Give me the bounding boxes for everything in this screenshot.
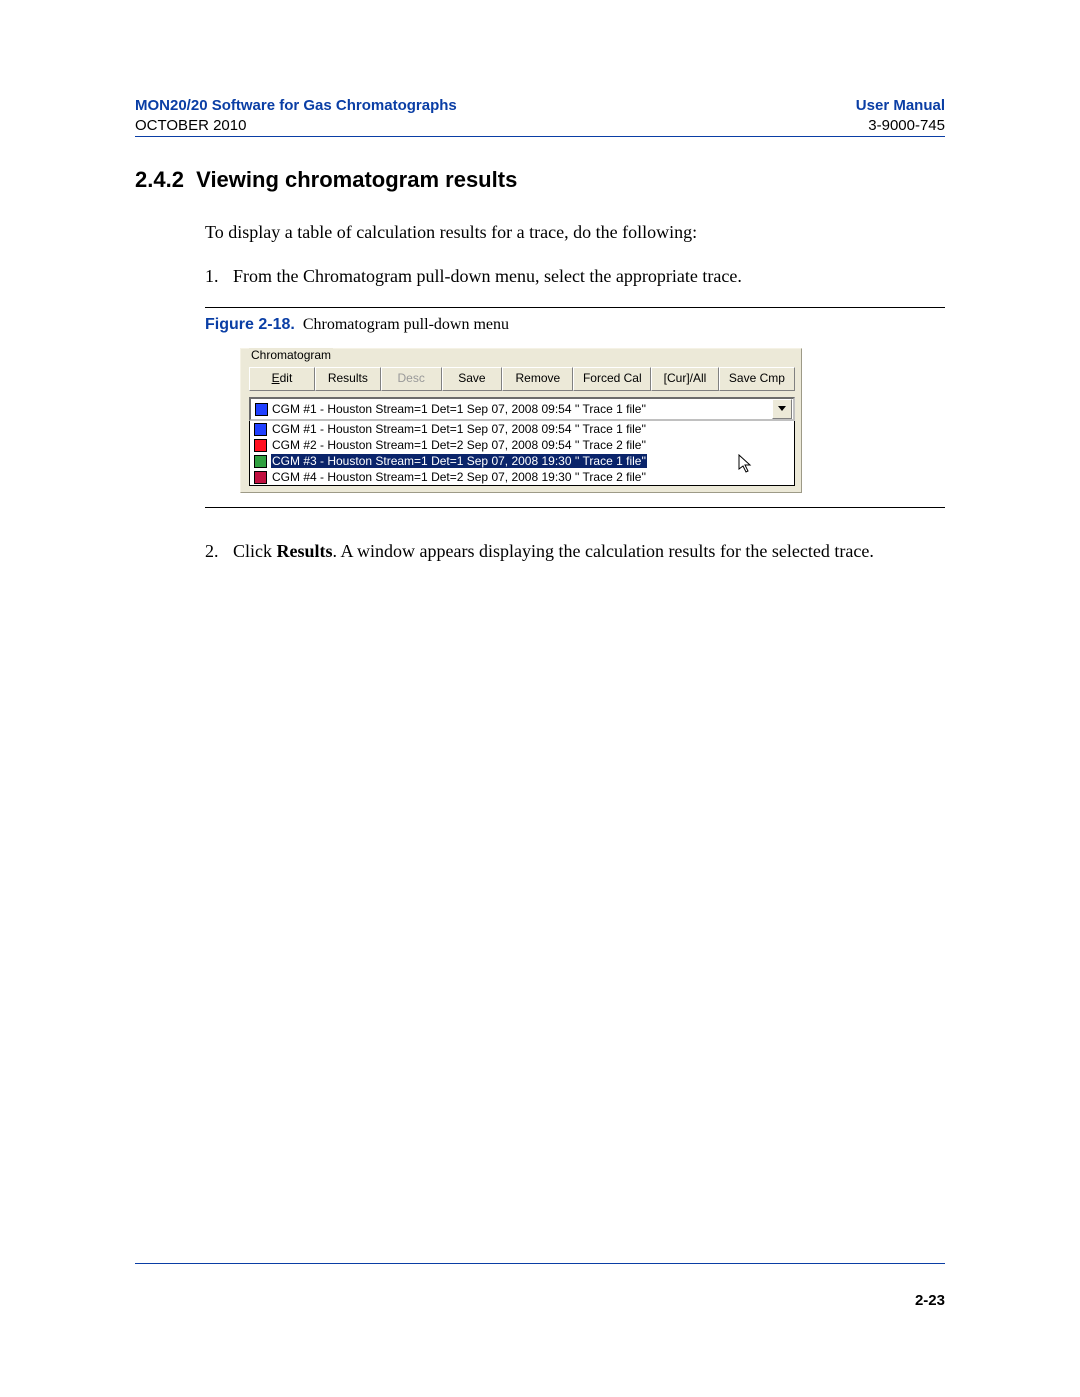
chromatogram-panel: Chromatogram Edit Results Desc Save Remo…	[240, 348, 802, 493]
chevron-down-icon[interactable]	[772, 399, 792, 419]
dropdown-item-text: CGM #2 - Houston Stream=1 Det=2 Sep 07, …	[271, 438, 647, 452]
combo-swatch-icon	[255, 403, 268, 416]
desc-button: Desc	[381, 367, 442, 391]
step-2-text: Click Results. A window appears displayi…	[233, 538, 874, 564]
footer-rule	[135, 1263, 945, 1264]
section-number: 2.4.2	[135, 167, 184, 193]
dropdown-item-text: CGM #4 - Houston Stream=1 Det=2 Sep 07, …	[271, 470, 647, 484]
remove-button[interactable]: Remove	[502, 367, 573, 391]
page-number: 2-23	[915, 1292, 945, 1309]
dropdown-item-2[interactable]: CGM #2 - Houston Stream=1 Det=2 Sep 07, …	[250, 437, 794, 453]
toolbar: Edit Results Desc Save Remove Forced Cal…	[249, 367, 795, 391]
swatch-icon	[254, 455, 267, 468]
figure-label: Figure 2-18.	[205, 316, 295, 333]
header-product-title: MON20/20 Software for Gas Chromatographs	[135, 95, 457, 116]
results-button[interactable]: Results	[315, 367, 381, 391]
trace-dropdown-list[interactable]: CGM #1 - Houston Stream=1 Det=1 Sep 07, …	[249, 421, 795, 486]
cur-all-button[interactable]: [Cur]/All	[651, 367, 719, 391]
group-label: Chromatogram	[249, 348, 333, 362]
figure-caption: Figure 2-18. Chromatogram pull-down menu	[205, 316, 945, 334]
save-button[interactable]: Save	[442, 367, 503, 391]
figure-bottom-rule	[205, 507, 945, 508]
dropdown-item-text: CGM #1 - Houston Stream=1 Det=1 Sep 07, …	[271, 422, 647, 436]
dropdown-item-3[interactable]: CGM #3 - Houston Stream=1 Det=1 Sep 07, …	[250, 453, 794, 469]
step-1-number: 1.	[205, 263, 233, 289]
dropdown-item-4[interactable]: CGM #4 - Houston Stream=1 Det=2 Sep 07, …	[250, 469, 794, 485]
combo-selected-text: CGM #1 - Houston Stream=1 Det=1 Sep 07, …	[272, 402, 646, 416]
forced-cal-button[interactable]: Forced Cal	[573, 367, 651, 391]
figure-caption-text: Chromatogram pull-down menu	[303, 316, 509, 333]
dropdown-item-text: CGM #3 - Houston Stream=1 Det=1 Sep 07, …	[271, 454, 647, 468]
section-heading: 2.4.2 Viewing chromatogram results	[135, 167, 945, 193]
edit-button[interactable]: Edit	[249, 367, 315, 391]
header-doc-number: 3-9000-745	[868, 117, 945, 134]
save-cmp-button[interactable]: Save Cmp	[719, 367, 795, 391]
intro-paragraph: To display a table of calculation result…	[205, 219, 945, 245]
section-title-text: Viewing chromatogram results	[196, 167, 517, 192]
figure-top-rule	[205, 307, 945, 308]
trace-combobox[interactable]: CGM #1 - Houston Stream=1 Det=1 Sep 07, …	[249, 397, 795, 421]
header-date: OCTOBER 2010	[135, 117, 246, 134]
dropdown-item-1[interactable]: CGM #1 - Houston Stream=1 Det=1 Sep 07, …	[250, 421, 794, 437]
swatch-icon	[254, 423, 267, 436]
step-2: 2. Click Results. A window appears displ…	[205, 538, 945, 564]
step-1: 1. From the Chromatogram pull-down menu,…	[205, 263, 945, 289]
swatch-icon	[254, 439, 267, 452]
header-manual-label: User Manual	[856, 95, 945, 116]
step-2-number: 2.	[205, 538, 233, 564]
step-1-text: From the Chromatogram pull-down menu, se…	[233, 263, 742, 289]
swatch-icon	[254, 471, 267, 484]
header-rule	[135, 136, 945, 137]
